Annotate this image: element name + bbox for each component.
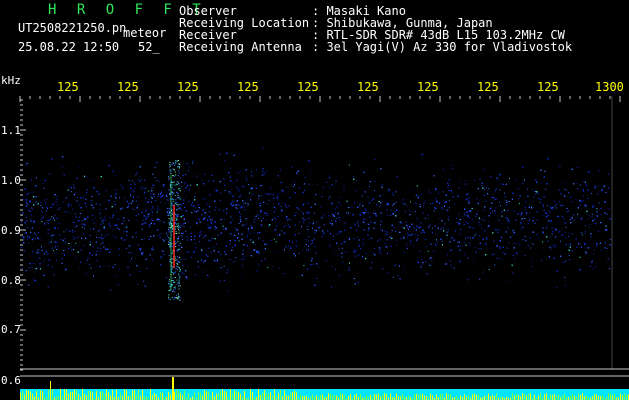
x-tick-label: 125 <box>477 80 499 94</box>
y-tick-label: 0.6 <box>1 374 21 387</box>
extra-value: 52_ <box>138 40 160 54</box>
y-tick-label: 0.9 <box>1 224 21 237</box>
x-tick-label: 125 <box>117 80 139 94</box>
file-name: UT2508221250.pn <box>18 21 127 35</box>
x-tick-label: 125 <box>57 80 79 94</box>
x-tick-label: 125 <box>177 80 199 94</box>
spectrogram-plot <box>0 0 629 400</box>
y-tick-label: 1.0 <box>1 174 21 187</box>
y-tick-label: 1.1 <box>1 124 21 137</box>
date-time: 25.08.22 12:50 <box>18 40 120 54</box>
x-tick-label: 125 <box>537 80 559 94</box>
y-tick-label: 0.7 <box>1 323 21 336</box>
antenna-value: : 3el Yagi(V) Az 330 for Vladivostok <box>312 40 573 54</box>
x-tick-label: 125 <box>297 80 319 94</box>
antenna-label: Receiving Antenna <box>179 40 302 54</box>
x-tick-label: 1300 <box>595 80 624 94</box>
x-tick-label: 125 <box>417 80 439 94</box>
x-tick-label: 125 <box>357 80 379 94</box>
x-tick-label: 125 <box>237 80 259 94</box>
y-tick-label: 0.8 <box>1 274 21 287</box>
y-unit-label: kHz <box>1 74 21 87</box>
spectrogram-window: H R O F F T UT2508221250.pn meteor 25.08… <box>0 0 629 400</box>
file-suffix: meteor <box>123 26 167 40</box>
